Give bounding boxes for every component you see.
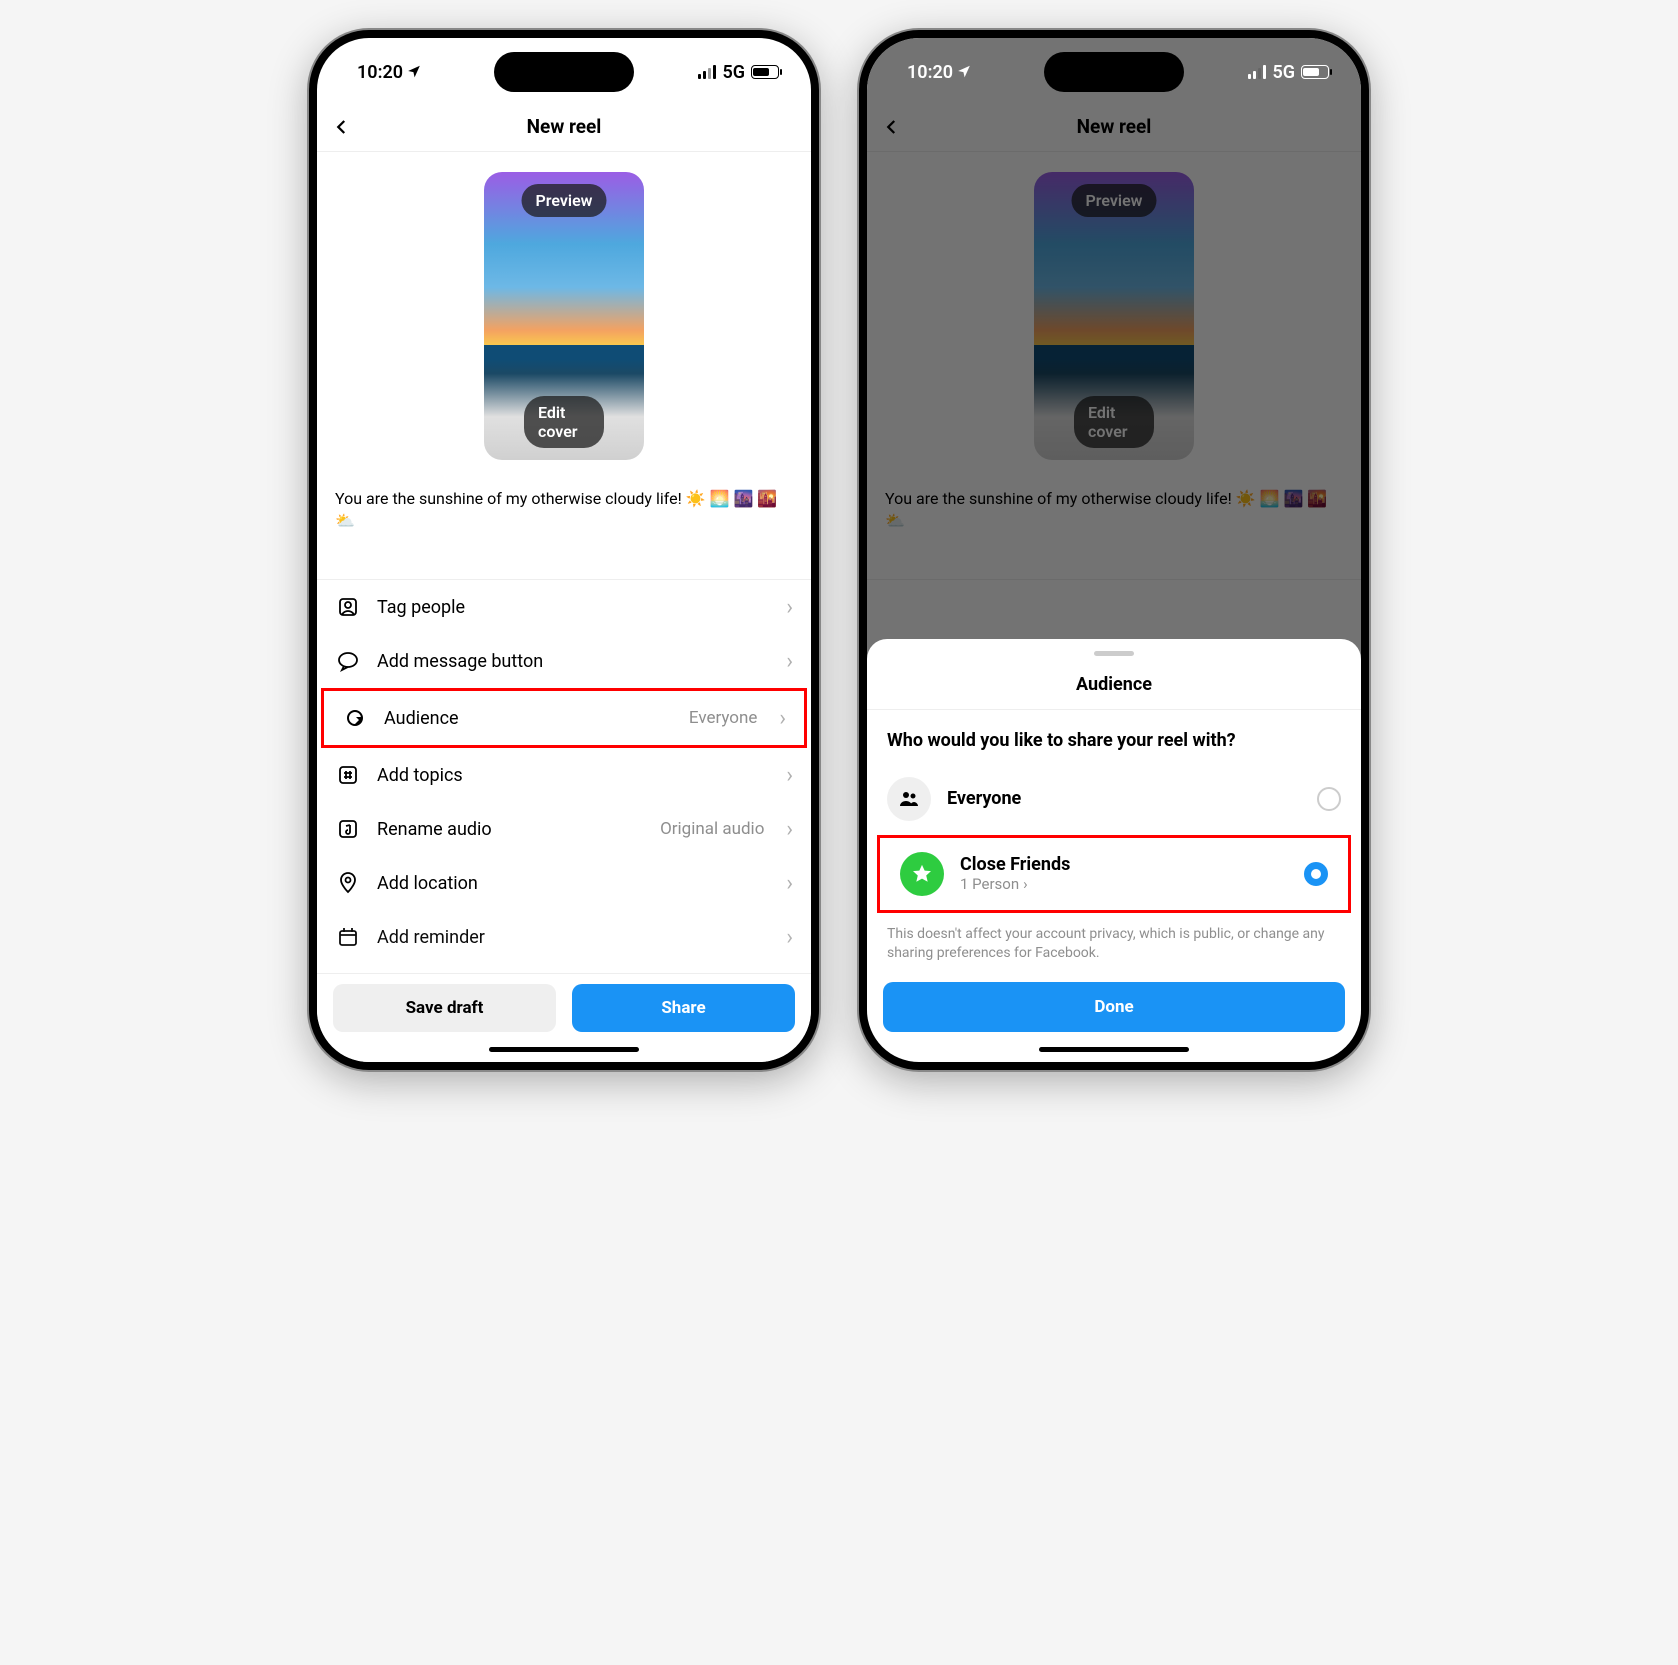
status-time: 10:20 <box>907 62 953 83</box>
option-sublabel[interactable]: 1 Person › <box>960 875 1288 893</box>
share-button[interactable]: Share <box>572 984 795 1032</box>
chevron-right-icon: › <box>786 649 793 674</box>
signal-icon <box>698 65 716 79</box>
chevron-right-icon: › <box>786 925 793 950</box>
tag-people-icon <box>335 594 361 620</box>
row-value: Original audio <box>660 819 764 839</box>
cover-area: Preview Edit cover <box>317 152 811 470</box>
row-add-message[interactable]: Add message button › <box>317 634 811 688</box>
chevron-right-icon: › <box>786 817 793 842</box>
status-time: 10:20 <box>357 62 403 83</box>
row-label: Tag people <box>377 597 764 618</box>
row-label: Add reminder <box>377 927 764 948</box>
nav-header: New reel <box>317 102 811 152</box>
radio-unselected[interactable] <box>1317 787 1341 811</box>
caption-text[interactable]: You are the sunshine of my otherwise clo… <box>317 470 811 580</box>
network-label: 5G <box>722 62 745 83</box>
row-label: Audience <box>384 708 673 729</box>
option-label: Close Friends <box>960 854 1288 875</box>
location-icon <box>407 62 421 83</box>
row-label: Add message button <box>377 651 764 672</box>
reminder-icon <box>335 924 361 950</box>
phone-right: 10:20 5G New reel Preview Edit cover <box>859 30 1369 1070</box>
preview-button[interactable]: Preview <box>522 184 607 217</box>
chevron-right-icon: › <box>779 706 786 731</box>
battery-icon <box>1301 65 1329 79</box>
option-label: Everyone <box>947 788 1301 809</box>
radio-selected[interactable] <box>1304 862 1328 886</box>
notch <box>1044 52 1184 92</box>
battery-icon <box>751 65 779 79</box>
back-button[interactable] <box>333 113 351 141</box>
audio-icon <box>335 816 361 842</box>
everyone-icon <box>887 777 931 821</box>
option-close-friends[interactable]: Close Friends 1 Person › <box>877 835 1351 913</box>
option-everyone[interactable]: Everyone <box>867 763 1361 835</box>
cover-thumbnail[interactable]: Preview Edit cover <box>484 172 644 460</box>
edit-cover-button[interactable]: Edit cover <box>524 396 604 448</box>
notch <box>494 52 634 92</box>
screen-right: 10:20 5G New reel Preview Edit cover <box>867 38 1361 1062</box>
row-value: Everyone <box>689 708 758 728</box>
chevron-right-icon: › <box>1023 875 1028 893</box>
done-button[interactable]: Done <box>883 982 1345 1032</box>
row-tag-people[interactable]: Tag people › <box>317 580 811 634</box>
audience-icon <box>342 705 368 731</box>
signal-icon <box>1248 65 1266 79</box>
audience-sheet: Audience Who would you like to share you… <box>867 639 1361 1062</box>
sheet-title: Audience <box>867 666 1361 710</box>
row-label: Add location <box>377 873 764 894</box>
row-add-reminder[interactable]: Add reminder › <box>317 910 811 964</box>
topics-icon <box>335 762 361 788</box>
chevron-right-icon: › <box>786 595 793 620</box>
row-audience[interactable]: Audience Everyone › <box>321 688 807 748</box>
option-sub-text: 1 Person <box>960 875 1019 893</box>
phone-left: 10:20 5G New reel Preview Edit cover <box>309 30 819 1070</box>
row-add-location[interactable]: Add location › <box>317 856 811 910</box>
close-friends-icon <box>900 852 944 896</box>
page-title: New reel <box>527 115 602 138</box>
save-draft-button[interactable]: Save draft <box>333 984 556 1032</box>
row-label: Rename audio <box>377 819 644 840</box>
network-label: 5G <box>1272 62 1295 83</box>
row-label: Add topics <box>377 765 764 786</box>
sheet-handle[interactable] <box>1094 651 1134 656</box>
home-indicator[interactable] <box>489 1047 639 1052</box>
sheet-note: This doesn't affect your account privacy… <box>867 913 1361 982</box>
message-icon <box>335 648 361 674</box>
row-add-topics[interactable]: Add topics › <box>317 748 811 802</box>
chevron-right-icon: › <box>786 871 793 896</box>
sheet-question: Who would you like to share your reel wi… <box>867 710 1361 763</box>
location-pin-icon <box>335 870 361 896</box>
chevron-right-icon: › <box>786 763 793 788</box>
screen-left: 10:20 5G New reel Preview Edit cover <box>317 38 811 1062</box>
row-rename-audio[interactable]: Rename audio Original audio › <box>317 802 811 856</box>
location-icon <box>957 62 971 83</box>
home-indicator[interactable] <box>1039 1047 1189 1052</box>
options-list: Tag people › Add message button › Audien… <box>317 580 811 973</box>
